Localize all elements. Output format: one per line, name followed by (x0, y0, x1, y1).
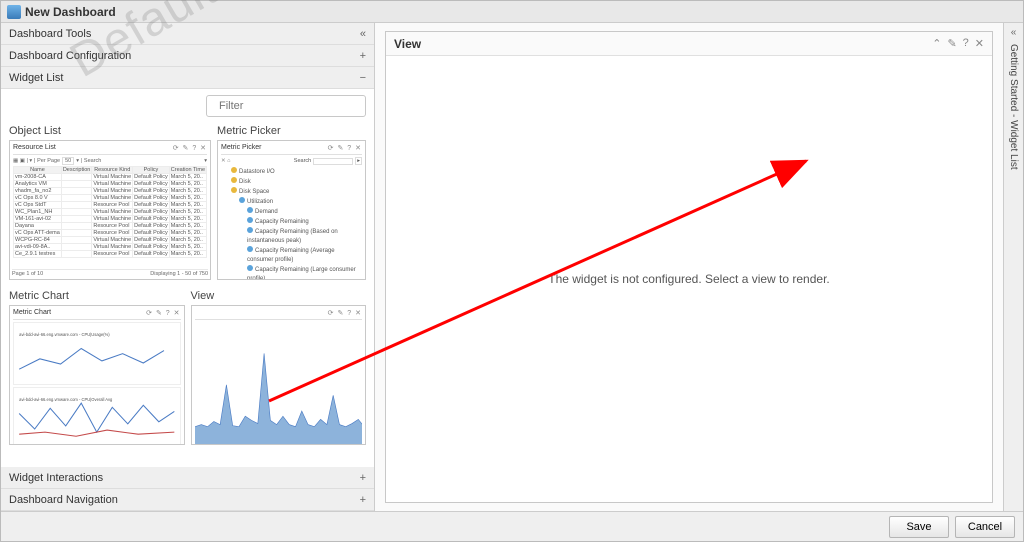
inner-title: Resource List (13, 144, 56, 152)
per-page-label: Per Page (37, 158, 60, 164)
chart-title-1: avi-bdd-avi-66.eng.vmware.com - CPU|Usag… (19, 332, 110, 337)
search-label: Search (294, 158, 311, 164)
widget-thumbs-row1: Object List Resource List ⟳ ✎ ? ✕ ▦ ▣ | … (1, 123, 374, 288)
view-panel: View ⌃ ✎ ? ✕ The widget is not configure… (385, 31, 993, 503)
thumb-view[interactable]: View ⟳ ✎ ? ✕ (191, 288, 367, 445)
thumb-title: Object List (9, 125, 211, 137)
search-box (313, 158, 353, 165)
plus-icon: + (360, 467, 366, 489)
thumb-body: ⟳ ✎ ? ✕ (191, 305, 367, 445)
section-label: Dashboard Navigation (9, 489, 118, 511)
thumb-tool-icons: ⟳ ✎ ? ✕ (173, 144, 207, 152)
body: Dashboard Tools « Dashboard Configuratio… (1, 23, 1023, 511)
chart-title-2: avi-bdd-avi-66.eng.vmware.com - CPU|Over… (19, 397, 113, 402)
view-panel-body: The widget is not configured. Select a v… (386, 56, 992, 502)
paging-left: Page 1 of 10 (12, 271, 43, 277)
inner-title: Metric Picker (221, 144, 261, 152)
app-icon (7, 5, 21, 19)
edit-icon[interactable]: ✎ (947, 37, 956, 50)
search-label: Search (84, 158, 101, 164)
thumb-tool-icons: ⟳ ✎ ? ✕ (146, 309, 180, 317)
section-label: Widget Interactions (9, 467, 103, 489)
filterbar (1, 89, 374, 123)
plus-icon: + (360, 45, 366, 67)
sidebar-label: Getting Started - Widget List (1008, 44, 1019, 170)
expand-icon[interactable]: « (1011, 27, 1017, 38)
help-icon[interactable]: ? (963, 37, 969, 50)
thumb-title: View (191, 290, 367, 302)
thumb-body: Metric Picker ⟳ ✎ ? ✕ ✕ ⌂ Search ▸ Datas… (217, 140, 366, 280)
plus-icon: + (360, 489, 366, 511)
filter-input[interactable] (217, 99, 363, 113)
thumb-tool-icons: ⟳ ✎ ? ✕ (328, 309, 362, 317)
filter-input-wrapper[interactable] (206, 95, 366, 117)
right-sidebar[interactable]: « Getting Started - Widget List (1003, 23, 1023, 511)
thumb-body: Metric Chart ⟳ ✎ ? ✕ avi-bdd-avi-66.eng.… (9, 305, 185, 445)
save-button[interactable]: Save (889, 516, 949, 538)
close-icon[interactable]: ✕ (975, 37, 984, 50)
mini-area-chart (195, 322, 363, 445)
titlebar: New Dashboard (1, 1, 1023, 23)
paging-right: Displaying 1 - 50 of 750 (150, 271, 208, 277)
go-icon: ▸ (355, 157, 362, 165)
panel-title: View (394, 37, 421, 51)
per-page-value: 50 (62, 157, 74, 165)
inner-title: Metric Chart (13, 309, 51, 317)
cancel-button[interactable]: Cancel (955, 516, 1015, 538)
view-panel-header: View ⌃ ✎ ? ✕ (386, 32, 992, 56)
panel-actions: ⌃ ✎ ? ✕ (932, 37, 984, 50)
mini-chart-2: avi-bdd-avi-66.eng.vmware.com - CPU|Over… (13, 387, 181, 445)
minus-icon: − (360, 67, 366, 89)
empty-message: The widget is not configured. Select a v… (548, 272, 830, 286)
widget-list-body: Object List Resource List ⟳ ✎ ? ✕ ▦ ▣ | … (1, 89, 374, 467)
toolbar-icons: ▦ ▣ | ▾ | (13, 158, 35, 164)
section-dashboard-config[interactable]: Dashboard Configuration + (1, 45, 374, 67)
section-dashboard-tools[interactable]: Dashboard Tools « (1, 23, 374, 45)
object-list-table: NameDescriptionResource KindPolicyCreati… (13, 166, 207, 258)
thumb-metric-picker[interactable]: Metric Picker Metric Picker ⟳ ✎ ? ✕ ✕ ⌂ … (217, 123, 366, 280)
collapse-icon[interactable]: ⌃ (932, 37, 941, 50)
metric-tree: Datastore I/ODiskDisk SpaceUtilizationDe… (221, 167, 362, 280)
thumb-object-list[interactable]: Object List Resource List ⟳ ✎ ? ✕ ▦ ▣ | … (9, 123, 211, 280)
thumb-title: Metric Picker (217, 125, 366, 137)
mini-chart-1: avi-bdd-avi-66.eng.vmware.com - CPU|Usag… (13, 322, 181, 385)
section-label: Widget List (9, 67, 63, 89)
thumb-body: Resource List ⟳ ✎ ? ✕ ▦ ▣ | ▾ | Per Page… (9, 140, 211, 280)
picker-tool-icons: ✕ ⌂ (221, 158, 230, 164)
window: DefaultReasoning.com New Dashboard Dashb… (0, 0, 1024, 542)
widget-thumbs-row2: Metric Chart Metric Chart ⟳ ✎ ? ✕ avi-bd… (1, 288, 374, 453)
section-dashboard-navigation[interactable]: Dashboard Navigation + (1, 489, 374, 511)
collapse-icon: « (360, 23, 366, 45)
section-widget-list[interactable]: Widget List − (1, 67, 374, 89)
thumb-metric-chart[interactable]: Metric Chart Metric Chart ⟳ ✎ ? ✕ avi-bd… (9, 288, 185, 445)
thumb-tool-icons: ⟳ ✎ ? ✕ (328, 144, 362, 152)
thumb-title: Metric Chart (9, 290, 185, 302)
footer: Save Cancel (1, 511, 1023, 541)
right-area: View ⌃ ✎ ? ✕ The widget is not configure… (375, 23, 1003, 511)
section-label: Dashboard Tools (9, 23, 91, 45)
window-title: New Dashboard (25, 1, 116, 23)
section-widget-interactions[interactable]: Widget Interactions + (1, 467, 374, 489)
section-label: Dashboard Configuration (9, 45, 131, 67)
left-panel: Dashboard Tools « Dashboard Configuratio… (1, 23, 375, 511)
